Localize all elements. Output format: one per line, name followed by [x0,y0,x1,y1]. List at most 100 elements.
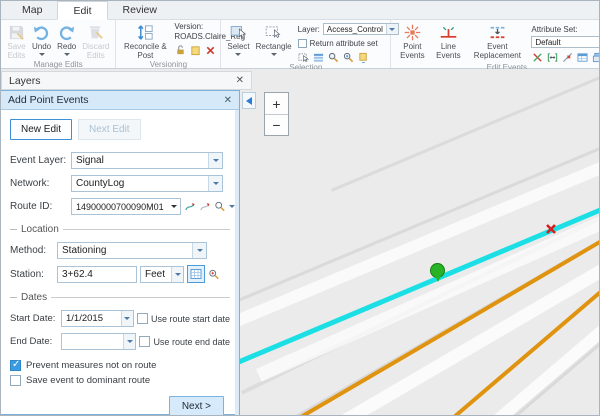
zoom-options-caret[interactable] [229,205,235,208]
select-button[interactable]: Select [224,21,252,56]
point-events-icon [403,23,422,42]
save-edits-button[interactable]: Save Edits [4,21,29,61]
tab-map[interactable]: Map [7,1,57,19]
layer-combo-value: Access_Control [324,25,386,34]
prevent-measures-label: Prevent measures not on route [26,360,156,371]
prevent-measures-checkbox[interactable] [10,360,21,371]
split-event-icon[interactable] [561,51,573,63]
method-dropdown-arrow[interactable] [192,243,206,258]
attribute-table-icon[interactable] [576,51,588,63]
undo-button[interactable]: Undo [29,21,54,56]
next-button[interactable]: Next > [169,396,224,416]
zoom-to-route-icon[interactable] [214,201,226,213]
station-input[interactable] [57,266,137,283]
pick-route-icon[interactable] [184,201,196,213]
tab-review[interactable]: Review [108,1,172,19]
attribute-set-label: Attribute Set: [531,22,600,36]
pick-location-on-map-button[interactable] [187,265,205,283]
pane-close-icon[interactable]: ✕ [224,95,232,106]
ribbon: Map Edit Review Save Edits Undo [1,1,599,69]
snap-measures-icon[interactable] [546,51,558,63]
start-date-arrow[interactable] [121,311,133,326]
station-unit-dropdown[interactable]: Feet [140,266,184,283]
line-events-icon [439,23,458,42]
end-date-arrow[interactable] [123,334,135,349]
selection-options-icon[interactable] [358,51,370,63]
tab-edit[interactable]: Edit [57,1,107,20]
attribute-list-icon[interactable] [313,51,325,63]
start-date-value: 1/1/2015 [62,313,121,324]
rectangle-button[interactable]: Rectangle [253,21,295,56]
add-point-events-pane: Add Point Events ✕ New Edit Next Edit Ev… [1,90,240,415]
redo-label: Redo [57,43,76,52]
chevron-down-icon [171,205,177,208]
group-versioning: Reconcile & Post Version: ROADS.Claire_R… [116,20,221,68]
new-edit-button[interactable]: New Edit [10,119,72,140]
select-label: Select [227,43,249,52]
chevron-down-icon [197,249,203,252]
pick-route-alt-icon[interactable] [199,201,211,213]
new-version-icon[interactable] [189,44,201,56]
station-label: Station: [10,269,54,280]
discard-edits-label: Discard Edits [82,43,109,61]
zoom-to-location-icon[interactable] [208,268,220,280]
zoom-out-button[interactable]: − [265,114,288,135]
remove-event-icon[interactable] [531,51,543,63]
point-events-button[interactable]: Point Events [394,21,430,61]
event-layer-dropdown[interactable]: Signal [71,152,223,169]
station-unit-arrow[interactable] [171,267,183,282]
save-to-dominant-route-label: Save event to dominant route [26,375,150,386]
method-value: Stationing [58,245,192,256]
use-route-start-date-checkbox[interactable] [137,313,148,324]
attribute-set-value: Default [532,38,600,47]
chevron-down-icon [127,340,133,343]
layers-close-icon[interactable]: ✕ [236,75,244,86]
reconcile-post-button[interactable]: Reconcile & Post [119,21,171,61]
method-label: Method: [10,245,54,256]
redo-button[interactable]: Redo [54,21,79,56]
pan-to-selected-icon[interactable] [343,51,355,63]
save-to-dominant-route-checkbox[interactable] [10,375,21,386]
rectangle-dropdown-caret [271,53,277,56]
next-edit-button[interactable]: Next Edit [78,119,141,140]
end-date-dropdown[interactable] [61,333,136,350]
select-icon [229,23,248,42]
unlock-version-icon[interactable] [174,44,186,56]
zoom-in-button[interactable]: + [265,93,288,114]
collapse-pane-button[interactable] [242,92,256,109]
dates-section-label: Dates [21,292,47,303]
copy-events-icon[interactable] [591,51,600,63]
event-layer-dropdown-arrow[interactable] [208,153,222,168]
method-dropdown[interactable]: Stationing [57,242,207,259]
line-events-label: Line Events [433,43,463,61]
attribute-set-combo[interactable]: Default [531,36,600,48]
network-dropdown-arrow[interactable] [208,176,222,191]
layer-label: Layer: [298,25,320,34]
start-date-dropdown[interactable]: 1/1/2015 [61,310,134,327]
route-end-cross-icon[interactable] [544,222,558,236]
return-attribute-set-checkbox[interactable] [298,39,307,48]
chevron-down-icon [175,273,181,276]
use-route-start-date-label: Use route start date [151,314,230,324]
route-id-label: Route ID: [10,201,68,212]
select-tool-icon[interactable] [298,51,310,63]
delete-version-icon[interactable] [204,44,216,56]
basemap-road [331,73,599,192]
pane-scroll-gutter [235,110,239,416]
discard-edits-button[interactable]: Discard Edits [79,21,112,61]
use-route-end-date-checkbox[interactable] [139,336,150,347]
rectangle-label: Rectangle [256,43,292,52]
layer-combo[interactable]: Access_Control [323,23,399,35]
discard-icon [86,23,105,42]
route-id-combo[interactable]: 14900000700090M01 [71,198,181,215]
station-unit-value: Feet [141,269,171,280]
route-id-value: 14900000700090M01 [72,202,168,212]
route-id-combo-arrow[interactable] [168,205,180,208]
event-replacement-icon [488,23,507,42]
event-replacement-button[interactable]: Event Replacement [466,21,528,61]
point-event-marker[interactable] [430,263,445,278]
line-events-button[interactable]: Line Events [430,21,466,61]
map-zoom-control: + − [264,92,289,136]
network-dropdown[interactable]: CountyLog [71,175,223,192]
zoom-to-selected-icon[interactable] [328,51,340,63]
